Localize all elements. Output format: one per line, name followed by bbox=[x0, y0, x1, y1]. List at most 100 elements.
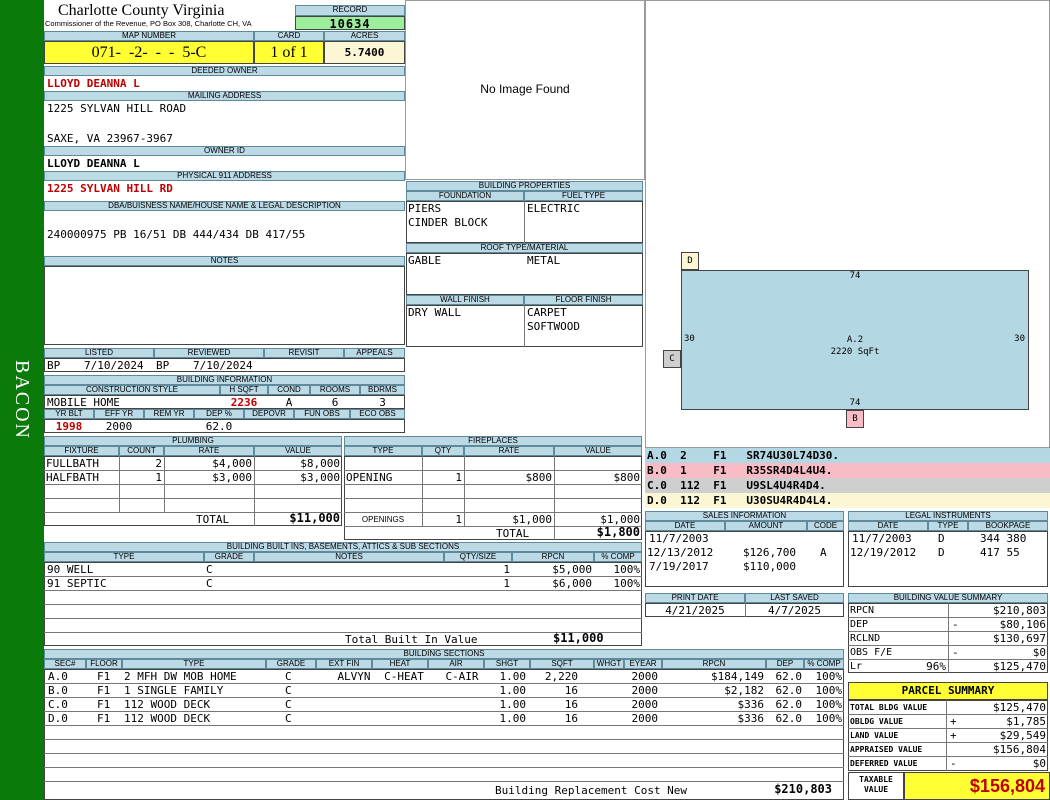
builtins-col-qty: QTY/SIZE bbox=[444, 552, 512, 562]
sketch-dim-top: 74 bbox=[849, 271, 861, 281]
legal-col-date: DATE bbox=[848, 521, 928, 531]
sales-code: A bbox=[820, 546, 827, 559]
section-eyear: 2000 bbox=[631, 670, 659, 683]
map-number: 071- -2- - - 5-C bbox=[44, 41, 254, 64]
legal-date: 12/19/2012 bbox=[850, 546, 917, 559]
sections-col-air: AIR bbox=[428, 659, 484, 669]
parcel-amount: $1,785 bbox=[1006, 715, 1046, 728]
section-rpcn: $336 bbox=[737, 698, 765, 711]
sections-col-sqft: SQFT bbox=[530, 659, 594, 669]
card-header: CARD bbox=[254, 31, 324, 41]
sections-col-type: TYPE bbox=[122, 659, 266, 669]
sales-amount: $110,000 bbox=[743, 560, 796, 573]
section-sqft: 16 bbox=[564, 712, 578, 725]
section-rpcn: $2,182 bbox=[724, 684, 764, 697]
section-eyear: 2000 bbox=[631, 698, 659, 711]
sketch-legend: A.0 2 F1 SR74U30L74D30. B.0 1 F1 R35SR4D… bbox=[645, 448, 1050, 508]
builtins-col-rpcn: RPCN bbox=[512, 552, 594, 562]
plumbing-total-label: TOTAL bbox=[196, 513, 230, 526]
builtins-col-notes: NOTES bbox=[254, 552, 444, 562]
print-date: 4/21/2025 bbox=[665, 604, 725, 617]
mailing-address-line1: 1225 SYLVAN HILL ROAD bbox=[47, 102, 187, 115]
builtins-total-label: Total Built In Value bbox=[345, 633, 478, 646]
section-grade: C bbox=[285, 712, 292, 725]
fireplace-rate: $800 bbox=[525, 471, 553, 484]
roof-material: METAL bbox=[527, 254, 561, 267]
sections-col-dep: DEP bbox=[766, 659, 804, 669]
sketch-dim-right: 30 bbox=[1014, 334, 1025, 344]
parcel-amount: $0 bbox=[1032, 757, 1046, 770]
value-summary-label: RPCN bbox=[850, 605, 875, 616]
plumbing-fixture: HALFBATH bbox=[46, 471, 99, 484]
reviewed-date: 7/10/2024 bbox=[193, 359, 253, 372]
sketch-legend-d: D.0 112 F1 U30SU4R4D4L4. bbox=[645, 493, 1050, 508]
sales-date: 7/19/2017 bbox=[649, 560, 709, 573]
acres-value: 5.7400 bbox=[324, 41, 405, 64]
fireplaces-col-type: TYPE bbox=[344, 446, 422, 456]
value-summary-amount: $80,106 bbox=[999, 618, 1046, 631]
plumbing-value: $3,000 bbox=[300, 471, 340, 484]
floor-finish-1: CARPET bbox=[527, 306, 567, 319]
parcel-label: OBLDG VALUE bbox=[850, 717, 903, 726]
sections-col-eyear: EYEAR bbox=[624, 659, 662, 669]
section-rpcn: $336 bbox=[737, 712, 765, 725]
plumbing-col-rate: RATE bbox=[164, 446, 254, 456]
builtin-comp: 100% bbox=[613, 563, 641, 576]
section-sqft: 16 bbox=[564, 698, 578, 711]
fireplace-openings-rate: $1,000 bbox=[512, 513, 552, 526]
fireplace-type: OPENING bbox=[346, 471, 393, 484]
hsqft-value: 2236 bbox=[230, 396, 258, 409]
sections-total: $210,803 bbox=[774, 783, 832, 796]
sketch-legend-b: B.0 1 F1 R35SR4D4L4U4. bbox=[645, 463, 1050, 478]
plumbing-fixture: FULLBATH bbox=[46, 457, 99, 470]
floor-finish-header: FLOOR FINISH bbox=[524, 295, 643, 305]
section-grade: C bbox=[285, 698, 292, 711]
value-summary-amount: $125,470 bbox=[993, 660, 1046, 673]
sections-total-label: Building Replacement Cost New bbox=[495, 784, 688, 797]
builtins-total: $11,000 bbox=[553, 632, 604, 645]
builtins-col-grade: GRADE bbox=[204, 552, 254, 562]
card-value: 1 of 1 bbox=[254, 41, 324, 64]
dba-header: DBA/BUISNESS NAME/HOUSE NAME & LEGAL DES… bbox=[44, 201, 405, 211]
builtin-type: 91 SEPTIC bbox=[47, 577, 107, 590]
parcel-label: APPRAISED VALUE bbox=[850, 745, 923, 754]
plumbing-rate: $4,000 bbox=[212, 457, 252, 470]
fun-obs-header: FUN OBS bbox=[294, 409, 350, 419]
revisit-header: REVISIT bbox=[264, 348, 344, 358]
section-sqft: 16 bbox=[564, 684, 578, 697]
record-header: RECORD bbox=[295, 5, 405, 16]
last-saved-header: LAST SAVED bbox=[745, 593, 844, 603]
plumbing-value: $8,000 bbox=[300, 457, 340, 470]
deeded-owner: LLOYD DEANNA L bbox=[47, 77, 140, 90]
listed-by: BP bbox=[47, 359, 61, 372]
fuel-type: ELECTRIC bbox=[527, 202, 580, 215]
cond-header: COND bbox=[268, 385, 310, 395]
section-comp: 100% bbox=[815, 670, 843, 683]
roof-header: ROOF TYPE/MATERIAL bbox=[406, 243, 643, 253]
value-summary-amount: $210,803 bbox=[993, 604, 1046, 617]
sections-col-whgt: WHGT bbox=[594, 659, 624, 669]
fireplace-openings-value: $1,000 bbox=[600, 513, 640, 526]
value-summary-header: BUILDING VALUE SUMMARY bbox=[848, 593, 1048, 603]
section-floor: F1 bbox=[97, 684, 111, 697]
sales-col-date: DATE bbox=[645, 521, 725, 531]
section-sec: A.0 bbox=[48, 670, 68, 683]
sections-col-sec: SEC# bbox=[44, 659, 86, 669]
record-number: 10634 bbox=[295, 16, 405, 30]
construction-style-header: CONSTRUCTION STYLE bbox=[44, 385, 220, 395]
parcel-summary-header: PARCEL SUMMARY bbox=[848, 682, 1048, 700]
legal-col-bookpage: BOOKPAGE bbox=[968, 521, 1048, 531]
sketch-dim-bottom: 74 bbox=[849, 398, 861, 408]
sketch-tag-d: D bbox=[681, 252, 699, 270]
appeals-header: APPEALS bbox=[344, 348, 405, 358]
construction-style: MOBILE HOME bbox=[47, 396, 120, 409]
section-floor: F1 bbox=[97, 670, 111, 683]
legal-type: D bbox=[938, 546, 945, 559]
section-sec: C.0 bbox=[48, 698, 68, 711]
foundation-header: FOUNDATION bbox=[406, 191, 524, 201]
plumbing-col-count: COUNT bbox=[119, 446, 164, 456]
section-comp: 100% bbox=[815, 712, 843, 725]
value-summary-label: OBS F/E bbox=[850, 647, 893, 658]
builtin-grade: C bbox=[206, 563, 213, 576]
section-type: 112 WOOD DECK bbox=[124, 698, 211, 711]
